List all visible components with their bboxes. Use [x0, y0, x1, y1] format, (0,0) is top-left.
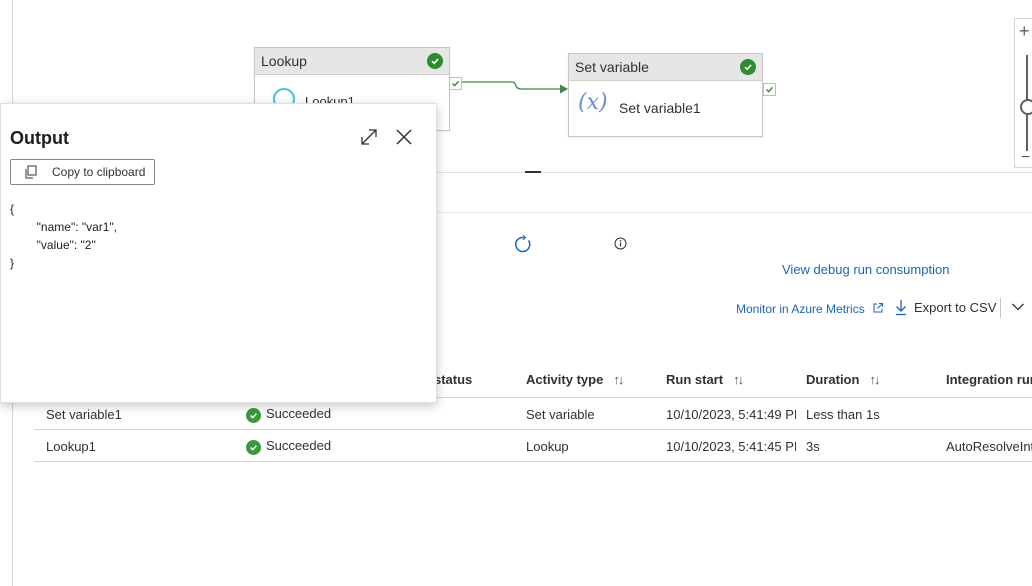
- cell-run-start: 10/10/2023, 5:41:45 PM: [666, 439, 796, 454]
- output-panel-title: Output: [10, 128, 69, 148]
- cell-activity-name[interactable]: Lookup1: [46, 439, 96, 454]
- row-separator: [34, 461, 1032, 462]
- header-label: Run start: [666, 372, 724, 387]
- copy-icon: [25, 165, 37, 179]
- tab-divider: [434, 212, 1032, 213]
- activity-connector: [462, 81, 568, 94]
- column-header-run-start[interactable]: Run start ↑↓: [666, 372, 744, 387]
- sort-icon[interactable]: ↑↓: [733, 372, 744, 387]
- column-header-activity-type[interactable]: Activity type ↑↓: [526, 372, 624, 387]
- lookup-success-port[interactable]: [449, 77, 462, 90]
- expand-icon[interactable]: [360, 128, 378, 146]
- cell-status: Succeeded: [246, 406, 331, 423]
- header-label: Duration: [806, 372, 860, 387]
- status-text: Succeeded: [266, 406, 332, 421]
- copy-to-clipboard-button[interactable]: Copy to clipboard: [10, 159, 155, 185]
- external-link-icon: [873, 303, 883, 313]
- set-variable-activity-node[interactable]: Set variable (x) Set variable1: [568, 53, 763, 137]
- set-variable-node-title: Set variable: [575, 59, 649, 75]
- success-check-icon: [740, 59, 756, 75]
- pane-divider: [434, 172, 1032, 173]
- zoom-slider-handle[interactable]: [1020, 99, 1032, 115]
- cell-status: Succeeded: [246, 438, 331, 455]
- header-label: Integration runtime: [946, 372, 1032, 387]
- set-variable-node-name: Set variable1: [619, 100, 701, 116]
- cell-activity-name[interactable]: Set variable1: [46, 407, 122, 422]
- cell-activity-type: Lookup: [526, 439, 569, 454]
- header-label: Activity type: [526, 372, 604, 387]
- success-check-icon: [427, 53, 443, 69]
- toolbar-separator: [1000, 298, 1001, 318]
- close-icon[interactable]: [395, 128, 413, 146]
- monitor-azure-metrics-link[interactable]: Monitor in Azure Metrics: [736, 302, 865, 316]
- output-panel: Output Copy to clipboard { "name": "var1…: [0, 103, 437, 403]
- zoom-in-icon[interactable]: +: [1019, 21, 1030, 42]
- output-json: { "name": "var1", "value": "2" }: [10, 202, 118, 270]
- pane-resize-handle[interactable]: [525, 171, 541, 173]
- variable-icon: (x): [578, 90, 608, 115]
- zoom-control: + −: [1014, 18, 1032, 168]
- set-variable-success-port[interactable]: [763, 83, 776, 96]
- column-header-integration-runtime[interactable]: Integration runtime: [946, 372, 1032, 387]
- cell-duration: Less than 1s: [806, 407, 880, 422]
- chevron-down-icon[interactable]: [1011, 302, 1025, 312]
- sort-icon[interactable]: ↑↓: [869, 372, 880, 387]
- cell-run-start: 10/10/2023, 5:41:49 PM: [666, 407, 796, 422]
- copy-button-label: Copy to clipboard: [52, 165, 146, 179]
- lookup-node-title: Lookup: [261, 53, 307, 69]
- refresh-icon[interactable]: [514, 235, 533, 254]
- succeeded-icon: [246, 408, 261, 423]
- header-label: status: [434, 372, 473, 387]
- info-icon[interactable]: [614, 237, 627, 250]
- zoom-out-icon[interactable]: −: [1021, 149, 1030, 167]
- column-header-duration[interactable]: Duration ↑↓: [806, 372, 880, 387]
- row-separator: [34, 429, 1032, 430]
- succeeded-icon: [246, 440, 261, 455]
- download-icon[interactable]: [894, 299, 908, 316]
- view-debug-consumption-link[interactable]: View debug run consumption: [782, 262, 949, 277]
- status-text: Succeeded: [266, 438, 332, 453]
- cell-duration: 3s: [806, 439, 820, 454]
- cell-activity-type: Set variable: [526, 407, 595, 422]
- export-csv-button[interactable]: Export to CSV: [914, 300, 996, 315]
- cell-integration-runtime: AutoResolveIntegrationRuntime: [946, 439, 1032, 454]
- sort-icon[interactable]: ↑↓: [613, 372, 624, 387]
- column-header-status[interactable]: status: [434, 372, 472, 387]
